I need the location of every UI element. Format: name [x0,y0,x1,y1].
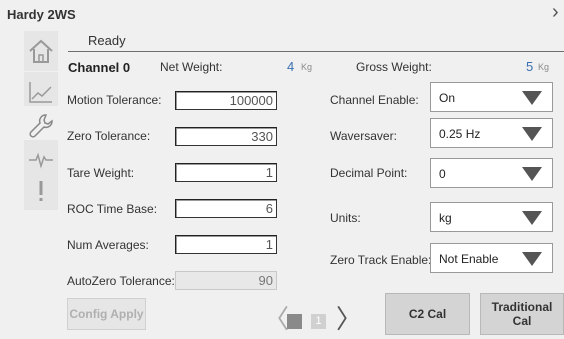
gross-weight-value: 5 [526,59,534,74]
chevron-down-icon [522,127,542,141]
traditional-cal-button[interactable]: Traditional Cal [480,293,564,335]
motion-tolerance-label: Motion Tolerance: [67,93,162,107]
autozero-tolerance-label: AutoZero Tolerance: [67,274,175,288]
zero-tolerance-label: Zero Tolerance: [67,129,151,143]
tare-weight-label: Tare Weight: [67,166,135,180]
net-weight-value: 4 [287,59,295,74]
chevron-down-icon [522,91,542,105]
tare-weight-input[interactable]: 1 [175,163,277,182]
pager-page-1[interactable]: 1 [311,314,326,329]
pager-next-icon[interactable]: 〉 [336,306,362,332]
num-averages-label: Num Averages: [67,238,149,252]
status-tab [68,30,564,52]
zero-track-enable-value: Not Enable [439,252,499,266]
nav-alerts-button[interactable] [24,172,58,210]
channel-enable-select[interactable]: On [430,82,553,112]
waversaver-label: Waversaver: [330,129,397,143]
trend-icon [29,82,52,103]
home-icon [29,39,53,63]
pager-page-0[interactable]: 0 [287,314,302,329]
wrench-icon [29,114,53,138]
traditional-cal-label-line1: Traditional [491,300,553,314]
zero-track-enable-select[interactable]: Not Enable [430,243,553,273]
decimal-point-select[interactable]: 0 [430,158,553,188]
motion-tolerance-input[interactable]: 100000 [175,91,277,110]
zero-tolerance-input[interactable]: 330 [175,127,277,146]
app-title: Hardy 2WS [7,7,76,22]
roc-time-base-label: ROC Time Base: [67,202,158,216]
config-apply-button[interactable]: Config Apply [67,298,146,330]
decimal-point-label: Decimal Point: [330,166,408,180]
zero-track-enable-label: Zero Track Enable: [330,253,432,267]
pulse-icon [29,152,53,169]
chevron-down-icon [522,167,542,181]
roc-time-base-input[interactable]: 6 [175,199,277,218]
units-select[interactable]: kg [430,202,553,232]
num-averages-input[interactable]: 1 [175,235,277,254]
chevron-down-icon [522,211,542,225]
gross-weight-label: Gross Weight: [356,60,432,74]
close-icon[interactable]: › [552,2,559,22]
waversaver-value: 0.25 Hz [439,127,481,141]
units-label: Units: [330,211,361,225]
gross-weight-unit: Kg [538,62,550,72]
channel-enable-label: Channel Enable: [330,93,419,107]
alert-icon [39,181,43,201]
c2-cal-button[interactable]: C2 Cal [385,293,470,335]
traditional-cal-label-line2: Cal [512,314,532,328]
decimal-point-value: 0 [439,167,446,181]
autozero-tolerance-input: 90 [175,271,277,290]
channel-enable-value: On [439,91,456,105]
channel-title: Channel 0 [68,60,131,75]
net-weight-label: Net Weight: [160,60,223,74]
net-weight-unit: Kg [301,62,313,72]
pager-prev-icon[interactable]: 〈 [263,306,289,332]
nav-home-button[interactable] [24,31,58,71]
units-value: kg [439,211,452,225]
waversaver-select[interactable]: 0.25 Hz [430,118,553,148]
title-bar [0,0,564,30]
chevron-down-icon [522,252,542,266]
status-text: Ready [88,33,126,48]
